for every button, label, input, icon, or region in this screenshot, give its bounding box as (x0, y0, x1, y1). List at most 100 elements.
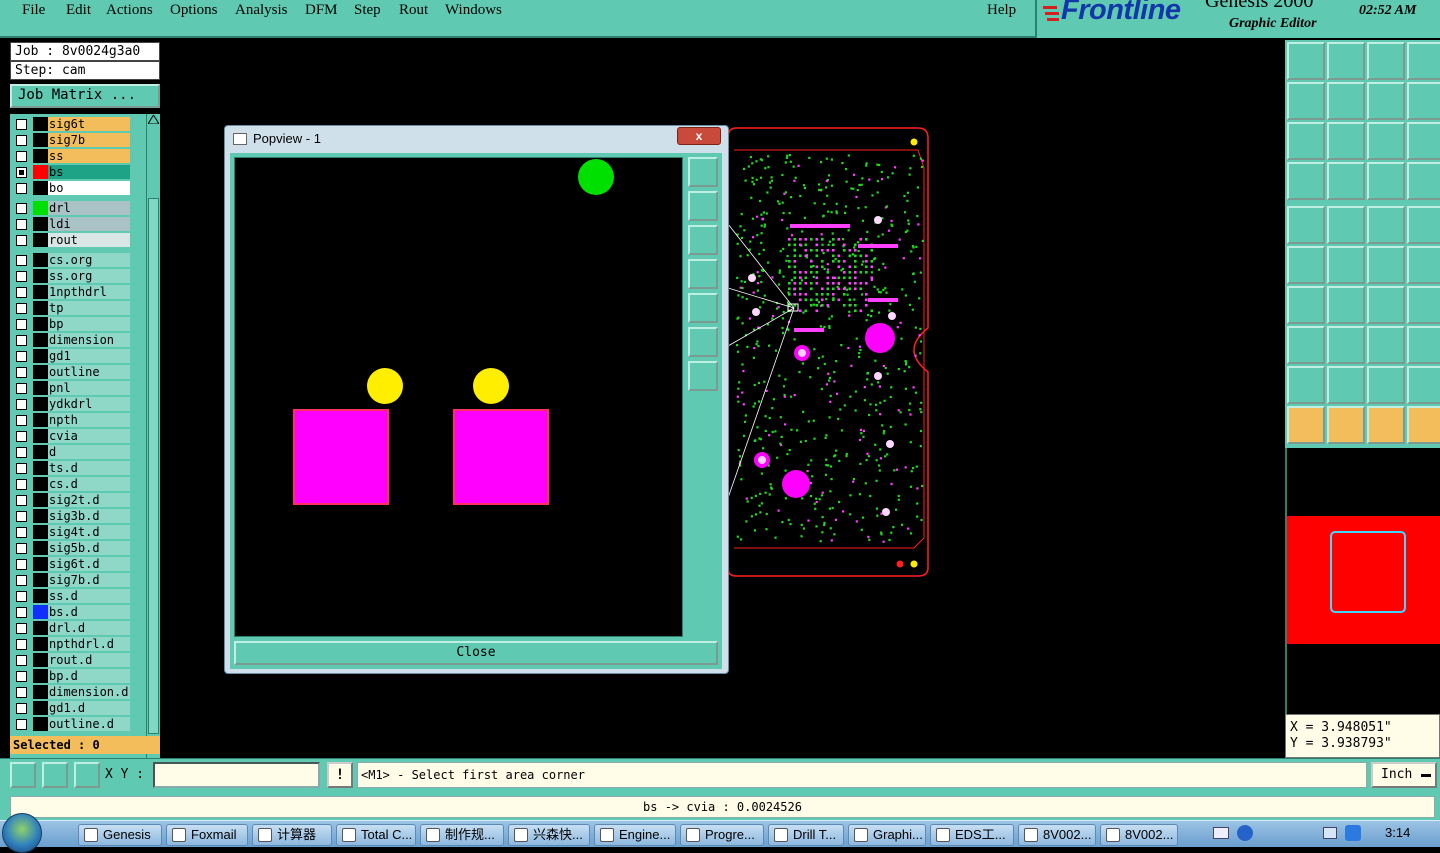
layer-color-swatch[interactable] (33, 605, 48, 619)
layer-color-swatch[interactable] (33, 233, 48, 247)
layer-row[interactable]: sig6t.d (10, 556, 146, 572)
arc-a-icon[interactable] (1367, 366, 1405, 404)
layer-checkbox[interactable] (16, 607, 27, 618)
layer-row[interactable]: tp (10, 300, 146, 316)
layer-row[interactable]: drl (10, 200, 146, 216)
net-red-icon[interactable] (1367, 162, 1405, 200)
measure-icon[interactable] (42, 762, 68, 788)
layer-checkbox[interactable] (16, 255, 27, 266)
layer-name[interactable]: ss.org (48, 269, 130, 283)
layer-row[interactable]: sig7b (10, 132, 146, 148)
layer-name[interactable]: drl.d (48, 621, 130, 635)
layer-checkbox[interactable] (16, 479, 27, 490)
taskbar-item[interactable]: Total C... (336, 824, 416, 846)
layer-name[interactable]: outline.d (48, 717, 130, 731)
snap-icon[interactable] (10, 762, 36, 788)
add-line-icon[interactable] (1367, 246, 1405, 284)
xy-input[interactable] (153, 762, 320, 788)
layer-name[interactable]: gd1 (48, 349, 130, 363)
help-query-icon[interactable] (1407, 122, 1440, 160)
layer-checkbox[interactable] (16, 543, 27, 554)
taskbar-item[interactable]: Graphi... (848, 824, 926, 846)
layer-color-swatch[interactable] (33, 301, 48, 315)
layer-row[interactable]: sig4t.d (10, 524, 146, 540)
layer-name[interactable]: sig7b.d (48, 573, 130, 587)
layer-name[interactable]: dimension (48, 333, 130, 347)
layer-color-swatch[interactable] (33, 589, 48, 603)
layer-row[interactable]: gd1.d (10, 700, 146, 716)
overview-map[interactable] (1285, 448, 1440, 714)
grid-toggle-icon[interactable] (1327, 162, 1365, 200)
layer-row[interactable]: pnl (10, 380, 146, 396)
zoom-fit-icon[interactable] (1287, 122, 1325, 160)
popview-pan-down-icon[interactable] (688, 225, 718, 255)
connect-icon[interactable] (1287, 246, 1325, 284)
popview-canvas[interactable] (234, 157, 683, 637)
pan-right-icon[interactable] (1327, 82, 1365, 120)
layer-color-swatch[interactable] (33, 285, 48, 299)
layer-name[interactable]: cs.org (48, 253, 130, 267)
measure-tools-icon[interactable] (1287, 162, 1325, 200)
taskbar-item[interactable]: Progre... (680, 824, 764, 846)
help-icon[interactable] (1237, 825, 1253, 841)
layer-checkbox[interactable] (16, 271, 27, 282)
layer-checkbox[interactable] (16, 559, 27, 570)
layer-checkbox[interactable] (16, 447, 27, 458)
layer-color-swatch[interactable] (33, 149, 48, 163)
layer-name[interactable]: sig6t (48, 117, 130, 131)
layer-checkbox[interactable] (16, 303, 27, 314)
layer-row[interactable]: sig6t (10, 116, 146, 132)
scroll-up-icon[interactable] (148, 115, 159, 124)
layer-name[interactable]: cvia (48, 429, 130, 443)
line-red-icon[interactable] (1327, 286, 1365, 324)
layer-color-swatch[interactable] (33, 381, 48, 395)
keyboard-icon[interactable] (1213, 827, 1229, 839)
layer-color-swatch[interactable] (33, 541, 48, 555)
layer-name[interactable]: drl (48, 201, 130, 215)
layer-checkbox[interactable] (16, 399, 27, 410)
route-icon[interactable] (1407, 246, 1440, 284)
pointer-hex-icon[interactable] (1367, 406, 1405, 444)
zoom-center-icon[interactable] (1327, 122, 1365, 160)
layer-row[interactable]: outline (10, 364, 146, 380)
layer-color-swatch[interactable] (33, 461, 48, 475)
layer-name[interactable]: npth (48, 413, 130, 427)
popview-zoom-out-icon[interactable] (688, 361, 718, 391)
add-pad-icon[interactable] (1287, 206, 1325, 244)
layer-name[interactable]: bs.d (48, 605, 130, 619)
taskbar-item[interactable]: Genesis (78, 824, 162, 846)
pointer-box-icon[interactable] (1327, 406, 1365, 444)
popview-pan-up-icon[interactable] (688, 191, 718, 221)
menu-options[interactable]: Options (170, 2, 218, 19)
layer-name[interactable]: sig2t.d (48, 493, 130, 507)
taskbar-item[interactable]: 8V002... (1018, 824, 1096, 846)
layer-row[interactable]: ldi (10, 216, 146, 232)
layer-row[interactable]: bs.d (10, 604, 146, 620)
layer-color-swatch[interactable] (33, 573, 48, 587)
menu-dfm[interactable]: DFM (305, 2, 338, 19)
taskbar-item[interactable]: 计算器 (252, 824, 332, 846)
layer-row[interactable]: sig3b.d (10, 508, 146, 524)
layer-checkbox[interactable] (16, 639, 27, 650)
layer-row[interactable]: outline.d (10, 716, 146, 732)
layer-color-swatch[interactable] (33, 117, 48, 131)
text-icon[interactable] (1407, 286, 1440, 324)
layer-name[interactable]: bs (48, 165, 130, 179)
menu-file[interactable]: File (22, 2, 45, 19)
layer-color-swatch[interactable] (33, 621, 48, 635)
layer-name[interactable]: pnl (48, 381, 130, 395)
menu-analysis[interactable]: Analysis (235, 2, 288, 19)
layer-checkbox[interactable] (16, 415, 27, 426)
net-orange-icon[interactable] (1407, 162, 1440, 200)
layer-color-swatch[interactable] (33, 669, 48, 683)
layer-name[interactable]: sig4t.d (48, 525, 130, 539)
layer-row[interactable]: rout (10, 232, 146, 248)
layer-name[interactable]: npthdrl.d (48, 637, 130, 651)
app-tray-icon[interactable] (1345, 825, 1361, 841)
layer-row[interactable]: rout.d (10, 652, 146, 668)
units-select[interactable]: Inch (1371, 762, 1437, 788)
layer-name[interactable]: ss (48, 149, 130, 163)
layer-row[interactable]: d (10, 444, 146, 460)
layer-name[interactable]: bp.d (48, 669, 130, 683)
layer-color-swatch[interactable] (33, 349, 48, 363)
